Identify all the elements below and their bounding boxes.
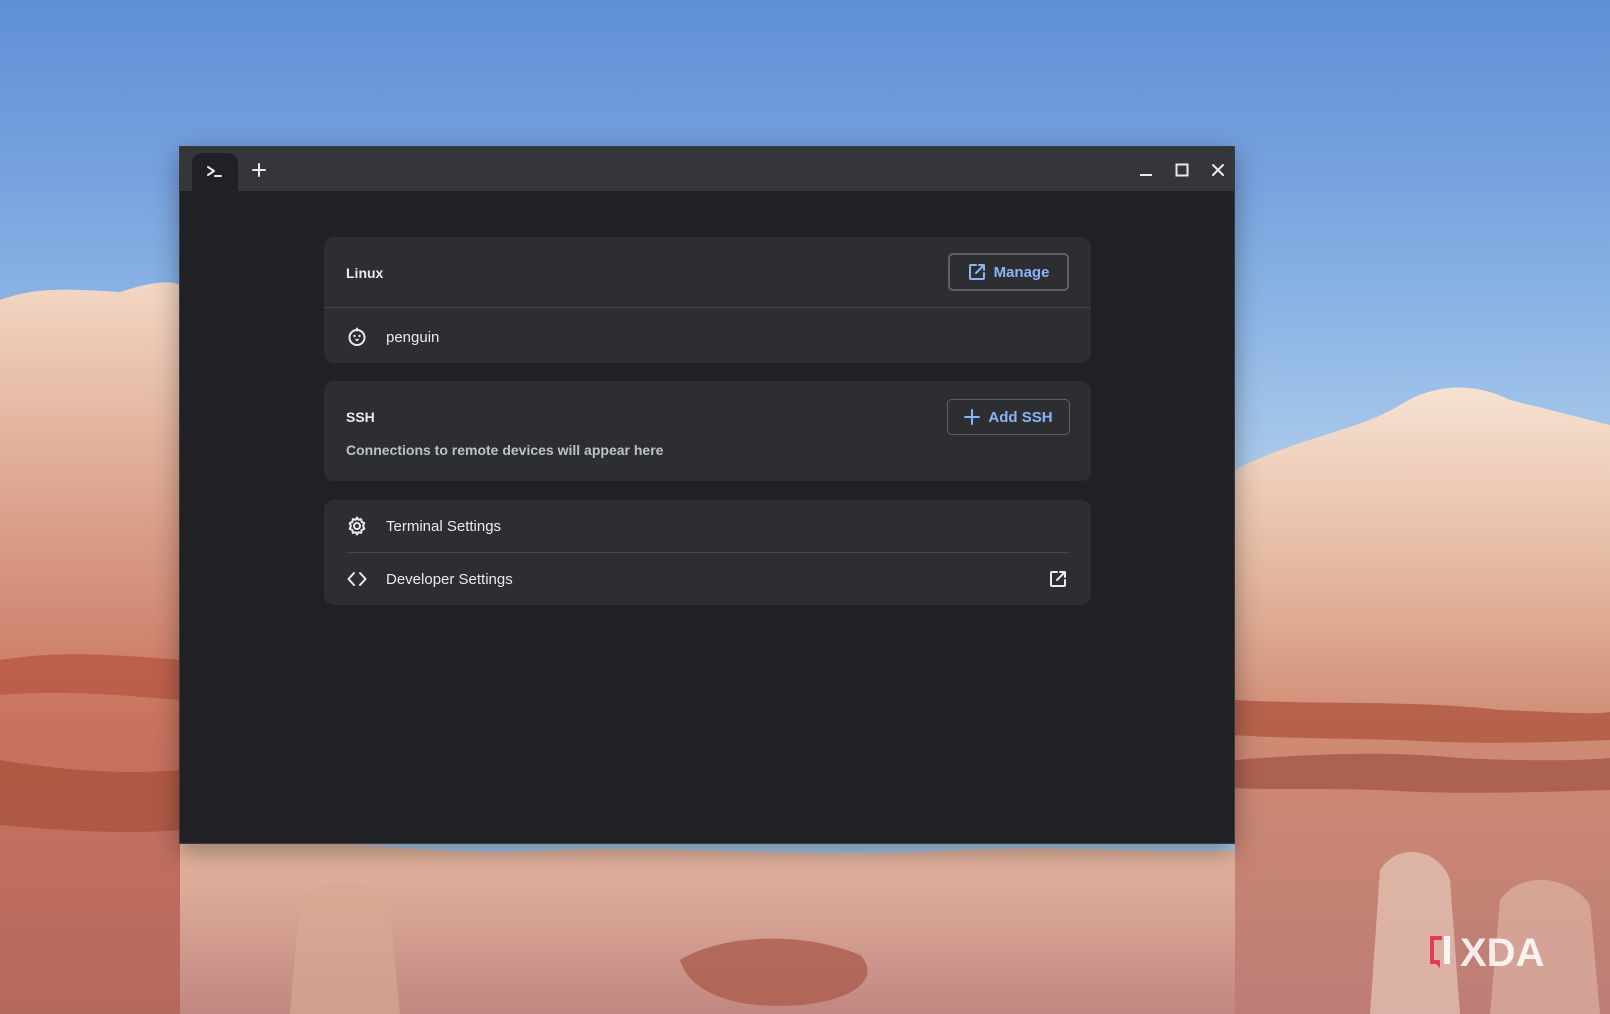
ssh-section-title: SSH	[346, 409, 375, 425]
window-titlebar	[180, 147, 1234, 191]
terminal-prompt-icon	[207, 166, 222, 177]
developer-settings-row[interactable]: Developer Settings	[324, 553, 1091, 605]
xda-watermark-logo: XDA	[1430, 931, 1544, 974]
svg-text:XDA: XDA	[1460, 931, 1544, 974]
linux-section-card: Linux Manage penguin	[324, 237, 1091, 363]
ssh-section-card: SSH Add SSH Connections to remote device…	[324, 381, 1091, 481]
open-in-new-icon	[968, 264, 985, 280]
manage-linux-button[interactable]: Manage	[948, 253, 1069, 291]
add-ssh-button[interactable]: Add SSH	[947, 399, 1070, 435]
gear-icon	[346, 515, 368, 537]
linux-section-title: Linux	[346, 265, 384, 281]
settings-section-card: Terminal Settings Developer Settings	[324, 500, 1091, 605]
terminal-settings-label: Terminal Settings	[386, 517, 502, 535]
tab-terminal-home[interactable]	[192, 153, 238, 191]
container-row-penguin[interactable]: penguin	[324, 311, 1091, 363]
add-ssh-label: Add SSH	[988, 408, 1053, 426]
close-icon	[1212, 164, 1224, 176]
new-tab-button[interactable]	[246, 157, 272, 183]
maximize-button[interactable]	[1169, 157, 1195, 183]
close-window-button[interactable]	[1205, 157, 1231, 183]
maximize-icon	[1175, 163, 1189, 177]
penguin-icon	[346, 326, 368, 348]
plus-icon	[252, 163, 266, 177]
container-name: penguin	[386, 328, 440, 346]
minimize-button[interactable]	[1133, 157, 1159, 183]
linux-divider	[324, 307, 1091, 308]
plus-icon	[964, 409, 981, 425]
code-icon	[346, 568, 368, 590]
open-in-new-icon	[1047, 568, 1069, 590]
terminal-app-window: Linux Manage penguin SSH Add SSH Connect…	[179, 146, 1235, 844]
ssh-empty-message: Connections to remote devices will appea…	[346, 442, 664, 458]
developer-settings-label: Developer Settings	[386, 570, 513, 588]
minimize-icon	[1140, 174, 1152, 176]
manage-button-label: Manage	[993, 263, 1050, 281]
terminal-settings-row[interactable]: Terminal Settings	[324, 500, 1091, 552]
